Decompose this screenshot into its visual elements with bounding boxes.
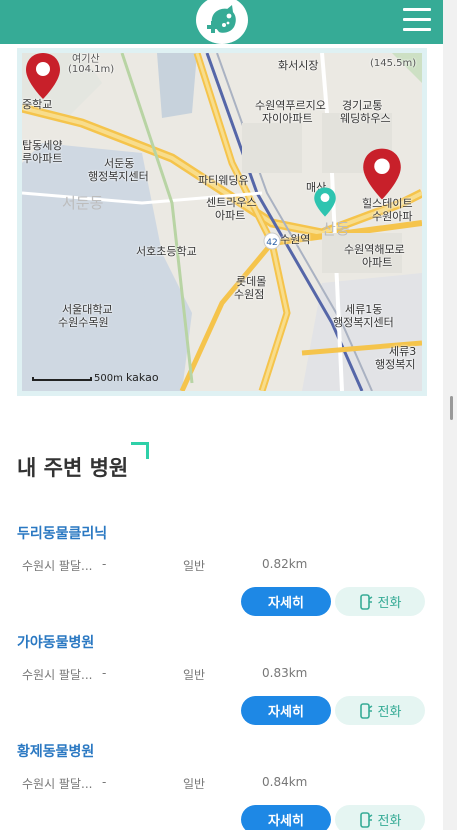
hospital-address: 수원시 팔달... — [22, 668, 93, 682]
current-location-marker-icon — [314, 187, 336, 217]
detail-button[interactable]: 자세히 — [241, 805, 331, 830]
map-marker-icon[interactable] — [361, 146, 403, 202]
map-label: 웨딩하우스 — [340, 112, 391, 125]
hospital-dash: - — [102, 557, 107, 571]
map-label: 수원아파 — [372, 210, 413, 223]
call-label: 전화 — [377, 814, 402, 829]
map-label: 서둔동 — [104, 157, 135, 170]
hospital-dash: - — [102, 775, 107, 789]
phone-icon — [359, 702, 372, 719]
map-label: 탑동세양 — [22, 139, 63, 152]
app-frame: 42 여기산 (104.1m) (145.5m) 화서시장 중학교 수원역푸르지… — [0, 0, 443, 830]
phone-icon — [359, 811, 372, 828]
map-label: 파티웨딩유 — [198, 174, 249, 187]
hospital-name[interactable]: 두리동물클리닉 — [17, 523, 107, 543]
map-label: 수원수목원 — [58, 316, 109, 329]
call-label: 전화 — [377, 705, 402, 720]
map-label: 행정복지센터 — [333, 316, 394, 329]
hospital-distance: 0.82km — [262, 557, 308, 571]
hospital-name[interactable]: 황제동물병원 — [17, 741, 94, 761]
scrollbar-thumb[interactable] — [450, 396, 453, 420]
hospital-type: 일반 — [183, 777, 206, 791]
map-container: 42 여기산 (104.1m) (145.5m) 화서시장 중학교 수원역푸르지… — [17, 48, 427, 396]
map-label: 센트라우스 — [206, 196, 257, 209]
phone-icon — [359, 593, 372, 610]
map-label: 수원역 — [280, 233, 311, 246]
map-label: 세류3 — [389, 345, 417, 358]
hospital-type: 일반 — [183, 559, 206, 573]
map-label: 아파트 — [215, 209, 246, 222]
map-label: 루아파트 — [22, 152, 63, 165]
hospital-dash: - — [102, 666, 107, 680]
call-button[interactable]: 전화 — [335, 696, 425, 725]
scale-label: 500m — [94, 373, 123, 384]
hospital-distance: 0.83km — [262, 666, 308, 680]
call-button[interactable]: 전화 — [335, 587, 425, 616]
call-label: 전화 — [377, 596, 402, 611]
map-label: 서호초등학교 — [136, 245, 197, 258]
pet-hospital-logo-icon[interactable] — [196, 0, 248, 44]
map-label: 수원역해모로 — [344, 243, 405, 256]
call-button[interactable]: 전화 — [335, 805, 425, 830]
map-label: 경기교통 — [342, 99, 383, 112]
kakao-map[interactable]: 42 여기산 (104.1m) (145.5m) 화서시장 중학교 수원역푸르지… — [22, 53, 422, 391]
hamburger-menu-icon[interactable] — [403, 8, 431, 34]
detail-button[interactable]: 자세히 — [241, 587, 331, 616]
hospital-address: 수원시 팔달... — [22, 559, 93, 573]
map-label: 아파트 — [362, 256, 393, 269]
map-marker-icon[interactable] — [24, 53, 62, 101]
section-title: 내 주변 병원 — [17, 456, 129, 480]
map-label: 화서시장 — [278, 59, 319, 72]
map-label: 롯데몰 — [236, 275, 267, 288]
map-label: 자이아파트 — [262, 112, 313, 125]
map-label: (145.5m) — [370, 58, 417, 69]
detail-button[interactable]: 자세히 — [241, 696, 331, 725]
svg-text:42: 42 — [266, 238, 277, 248]
map-label: 행정복지센터 — [88, 170, 149, 183]
map-label: (104.1m) — [68, 64, 115, 75]
hospital-type: 일반 — [183, 668, 206, 682]
map-label: 수원역푸르지오 — [255, 99, 326, 112]
title-accent-mark — [131, 442, 149, 459]
hospital-name[interactable]: 가야동물병원 — [17, 632, 94, 652]
map-label: 행정복지 — [375, 358, 416, 371]
app-header — [0, 0, 443, 44]
map-label: 서울대학교 — [62, 303, 113, 316]
map-label: 산동 — [322, 220, 350, 238]
map-label: 서둔동 — [62, 194, 104, 212]
hospital-address: 수원시 팔달... — [22, 777, 93, 791]
hospital-distance: 0.84km — [262, 775, 308, 789]
map-label: 수원점 — [234, 288, 265, 301]
map-label: 세류1동 — [345, 303, 383, 316]
kakao-logo: kakao — [126, 371, 159, 384]
